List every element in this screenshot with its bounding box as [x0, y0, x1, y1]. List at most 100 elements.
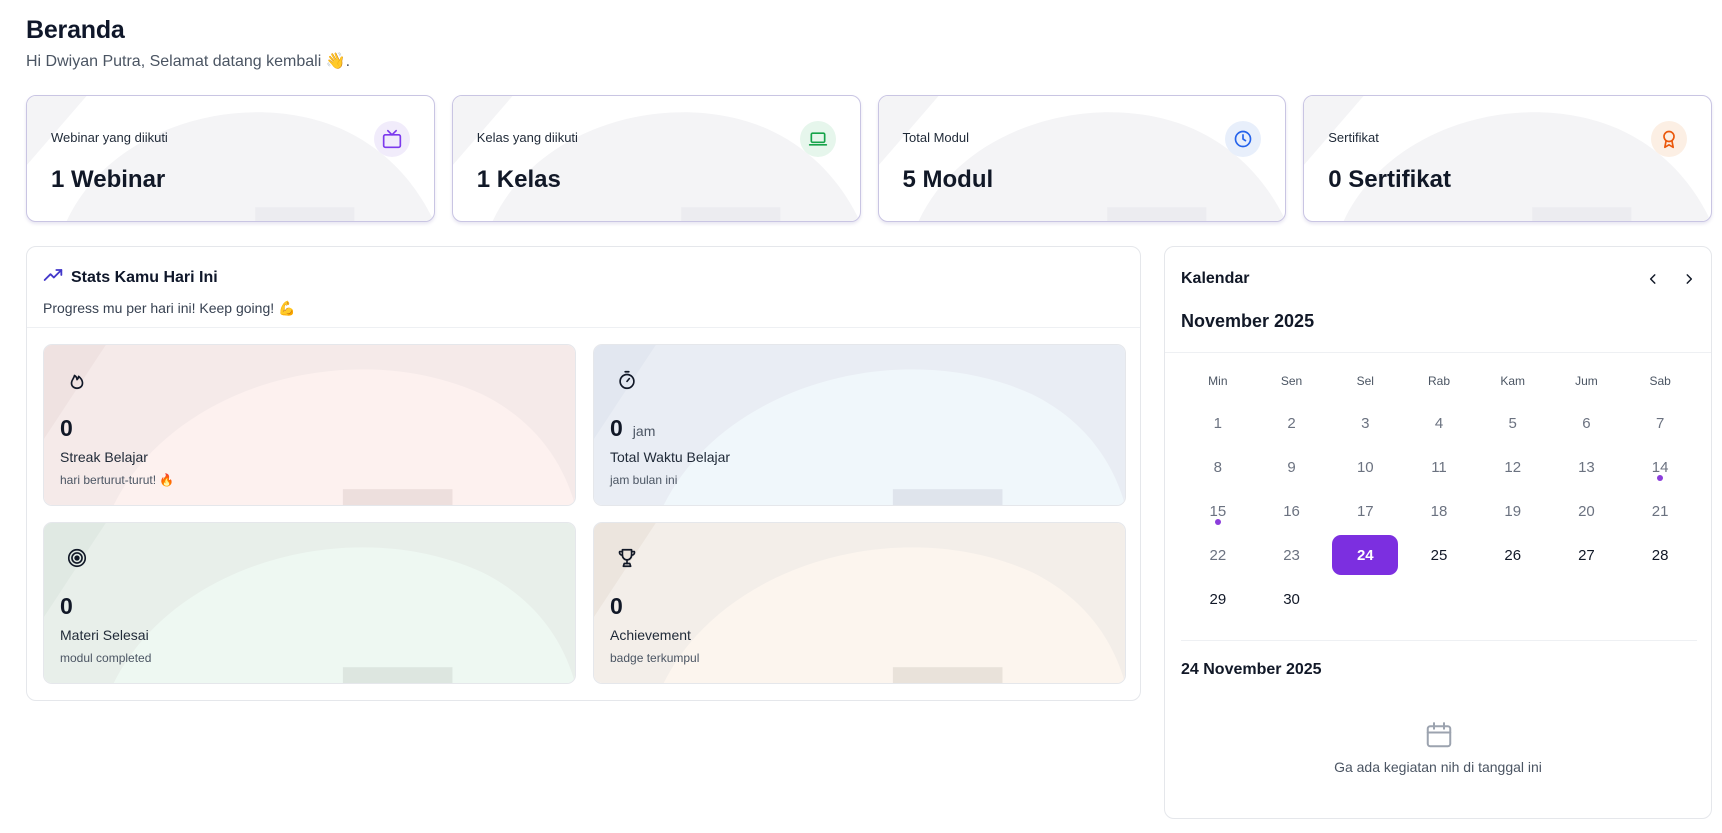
calendar-day[interactable]: 16 [1255, 489, 1329, 533]
calendar-day[interactable]: 7 [1623, 401, 1697, 445]
summary-card-kelas[interactable]: Kelas yang diikuti 1 Kelas [451, 95, 861, 222]
calendar-day[interactable]: 4 [1402, 401, 1476, 445]
tile-value: 0 [60, 593, 73, 620]
summary-label: Total Modul [902, 130, 969, 145]
day-number: 10 [1356, 458, 1374, 476]
tile-label: Achievement [610, 627, 691, 643]
calendar-day[interactable]: 25 [1402, 533, 1476, 577]
day-number: 2 [1287, 414, 1296, 432]
card-decoration [878, 96, 1286, 221]
day-number: 6 [1582, 414, 1591, 432]
tile-value: 0 [60, 415, 73, 442]
event-dot [1657, 475, 1664, 481]
weekday-label: Min [1208, 374, 1228, 388]
calendar-day[interactable]: 6 [1550, 401, 1624, 445]
trophy-icon [616, 547, 638, 569]
day-number: 9 [1287, 458, 1296, 476]
calendar-day[interactable]: 9 [1255, 445, 1329, 489]
day-number: 8 [1213, 458, 1223, 476]
target-icon [66, 547, 88, 569]
day-number: 11 [1431, 458, 1447, 476]
calendar-day[interactable]: 14 [1623, 445, 1697, 489]
stat-tile-streak: 0 Streak Belajar hari berturut-turut! 🔥 [43, 344, 576, 506]
tile-sublabel: jam bulan ini [610, 473, 678, 487]
divider [1165, 352, 1711, 353]
summary-card-webinar[interactable]: Webinar yang diikuti 1 Webinar [26, 95, 435, 222]
tile-sublabel: hari berturut-turut! 🔥 [60, 473, 175, 487]
summary-card-modul[interactable]: Total Modul 5 Modul [877, 95, 1287, 222]
calendar-day[interactable]: 30 [1255, 577, 1329, 621]
calendar-day[interactable]: 29 [1181, 577, 1255, 621]
day-number: 20 [1578, 502, 1595, 520]
stats-header: Stats Kamu Hari Ini Progress mu per hari… [27, 247, 1140, 328]
summary-label: Sertifikat [1328, 130, 1379, 145]
calendar-day[interactable]: 12 [1476, 445, 1550, 489]
day-number: 25 [1430, 546, 1448, 564]
day-number: 28 [1651, 546, 1669, 564]
calendar-day[interactable]: 18 [1402, 489, 1476, 533]
weekday-label: Jum [1575, 374, 1598, 388]
calendar-day[interactable]: 23 [1255, 533, 1329, 577]
calendar-day[interactable]: 17 [1328, 489, 1402, 533]
calendar-day[interactable]: 8 [1181, 445, 1255, 489]
day-number: 5 [1508, 414, 1517, 432]
calendar-day[interactable]: 20 [1550, 489, 1624, 533]
calendar-day[interactable]: 3 [1328, 401, 1402, 445]
weekday-label: Sel [1356, 374, 1374, 388]
tile-label: Streak Belajar [60, 449, 148, 465]
calendar-day[interactable]: 13 [1550, 445, 1624, 489]
weekday-label: Sab [1649, 374, 1671, 388]
day-number: 14 [1651, 458, 1669, 476]
clock-icon [1225, 121, 1262, 157]
stats-panel: Stats Kamu Hari Ini Progress mu per hari… [26, 246, 1141, 701]
calendar-next-button[interactable] [1675, 265, 1703, 293]
empty-events-message: Ga ada kegiatan nih di tanggal ini [1334, 759, 1542, 775]
day-number: 26 [1504, 546, 1522, 564]
calendar-days: 1 2 3 4 5 6 7 8 9 10 11 12 13 14 15 16 17 18 19 20 21 22 23 24 2… [1181, 401, 1697, 621]
day-number: 19 [1504, 502, 1522, 520]
stats-title: Stats Kamu Hari Ini [71, 268, 218, 286]
calendar-day[interactable]: 27 [1550, 533, 1624, 577]
day-number: 1 [1213, 414, 1223, 432]
calendar-day[interactable]: 21 [1623, 489, 1697, 533]
calendar-day-selected[interactable]: 24 [1328, 533, 1402, 577]
tile-sublabel: modul completed [60, 651, 152, 665]
calendar-weekdays: Min Sen Sel Rab Kam Jum Sab [1181, 367, 1697, 395]
tile-label: Materi Selesai [60, 627, 149, 643]
calendar-day[interactable]: 2 [1255, 401, 1329, 445]
calendar-day[interactable]: 26 [1476, 533, 1550, 577]
award-icon [1651, 121, 1687, 157]
laptop-icon [799, 121, 836, 157]
stat-tile-waktu: 0 jam Total Waktu Belajar jam bulan ini [593, 344, 1126, 506]
day-number: 7 [1655, 414, 1665, 432]
divider [1181, 640, 1697, 641]
stopwatch-icon [616, 369, 638, 391]
achievement-value: 0 [610, 593, 623, 619]
day-number: 17 [1356, 502, 1374, 520]
flame-icon [66, 369, 88, 391]
summary-value: 1 Webinar [51, 166, 166, 193]
calendar-day[interactable]: 28 [1623, 533, 1697, 577]
selected-date: 24 November 2025 [1181, 661, 1322, 678]
calendar-day[interactable]: 10 [1328, 445, 1402, 489]
streak-value: 0 [60, 415, 73, 441]
calendar-day[interactable]: 22 [1181, 533, 1255, 577]
calendar-day[interactable]: 15 [1181, 489, 1255, 533]
day-number: 15 [1209, 502, 1227, 520]
summary-card-sertifikat[interactable]: Sertifikat 0 Sertifikat [1303, 95, 1712, 222]
calendar-day[interactable]: 19 [1476, 489, 1550, 533]
day-number: 12 [1504, 458, 1522, 476]
tv-icon [373, 121, 410, 157]
calendar-day[interactable]: 1 [1181, 401, 1255, 445]
page-title: Beranda [26, 16, 125, 44]
chevron-left-icon [1649, 274, 1656, 284]
tile-value: 0 jam [610, 415, 655, 442]
calendar-day[interactable]: 11 [1402, 445, 1476, 489]
calendar-prev-button[interactable] [1639, 265, 1667, 293]
event-dot [1214, 519, 1221, 525]
calendar-day[interactable]: 5 [1476, 401, 1550, 445]
summary-value: 1 Kelas [476, 166, 561, 193]
calendar-grid: Min Sen Sel Rab Kam Jum Sab 1 2 3 4 5 6 7 8 9 10 11 12 13 1… [1181, 367, 1697, 621]
stat-tile-materi: 0 Materi Selesai modul completed [43, 522, 576, 684]
page-header: Beranda Hi Dwiyan Putra, Selamat datang … [26, 16, 350, 71]
